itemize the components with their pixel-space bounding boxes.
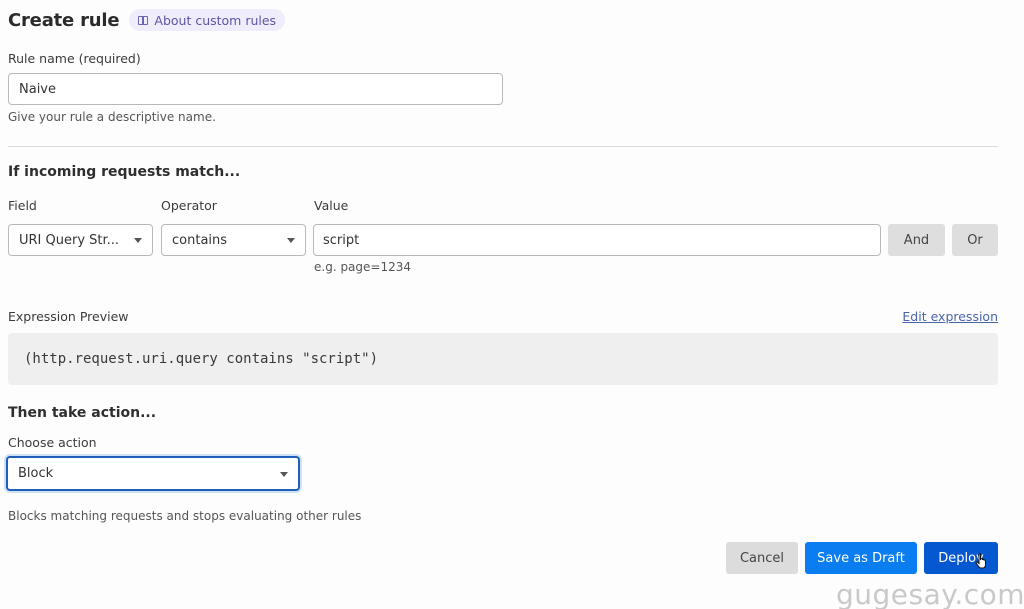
book-icon <box>138 15 149 25</box>
divider <box>8 146 998 147</box>
chevron-down-icon <box>280 472 288 477</box>
edit-expression-link[interactable]: Edit expression <box>902 309 998 324</box>
match-heading: If incoming requests match... <box>8 164 241 180</box>
rule-name-hint: Give your rule a descriptive name. <box>8 110 216 124</box>
chevron-down-icon <box>134 238 142 243</box>
value-input[interactable]: script <box>313 224 881 256</box>
operator-label: Operator <box>161 198 217 213</box>
action-value: Block <box>18 466 54 481</box>
action-heading: Then take action... <box>8 405 157 421</box>
title-row: Create rule About custom rules <box>8 9 286 31</box>
operator-value: contains <box>172 232 228 248</box>
action-select[interactable]: Block <box>6 456 300 491</box>
rule-name-label: Rule name (required) <box>8 51 141 66</box>
watermark: gugesay.com <box>836 578 1024 609</box>
and-button[interactable]: And <box>888 224 945 256</box>
expression-preview-label: Expression Preview <box>8 309 129 324</box>
value-text: script <box>323 232 360 248</box>
rule-name-value: Naive <box>19 81 56 97</box>
or-button[interactable]: Or <box>952 224 998 256</box>
operator-select[interactable]: contains <box>161 224 306 256</box>
field-label: Field <box>8 198 37 213</box>
page-title: Create rule <box>8 9 120 31</box>
hand-cursor-icon <box>975 553 986 569</box>
cancel-button[interactable]: Cancel <box>726 542 798 574</box>
about-custom-rules-link[interactable]: About custom rules <box>129 9 286 31</box>
expression-preview: (http.request.uri.query contains "script… <box>8 333 998 385</box>
expression-text: (http.request.uri.query contains "script… <box>24 351 379 367</box>
choose-action-label: Choose action <box>8 435 97 450</box>
value-label: Value <box>314 198 349 213</box>
save-draft-button[interactable]: Save as Draft <box>805 542 917 574</box>
field-select[interactable]: URI Query Str... <box>8 224 153 256</box>
about-link-label: About custom rules <box>154 12 277 28</box>
chevron-down-icon <box>287 238 295 243</box>
action-description: Blocks matching requests and stops evalu… <box>8 509 362 523</box>
value-hint: e.g. page=1234 <box>314 260 412 274</box>
rule-name-input[interactable]: Naive <box>8 73 503 105</box>
field-value: URI Query Str... <box>19 232 120 248</box>
